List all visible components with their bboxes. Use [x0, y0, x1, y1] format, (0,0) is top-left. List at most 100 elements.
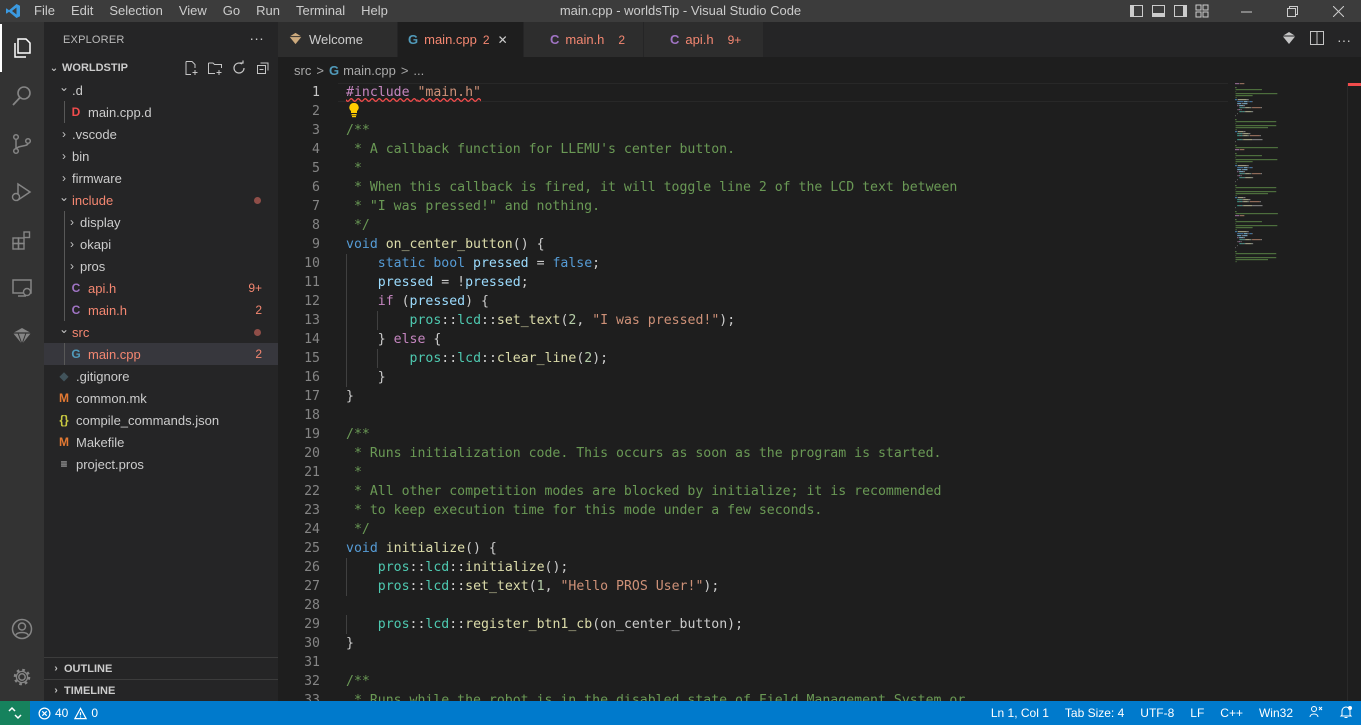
tree-folder[interactable]: › display [44, 211, 278, 233]
customize-layout-icon[interactable] [1191, 0, 1213, 22]
tab-api-h[interactable]: C api.h 9+ [644, 22, 764, 57]
line-number: 18 [304, 408, 320, 423]
tab-welcome[interactable]: Welcome [278, 22, 398, 57]
minimap-token [1247, 201, 1249, 203]
tab-actions: ··· [1281, 22, 1351, 57]
tree-file[interactable]: M Makefile [44, 431, 278, 453]
run-debug-icon[interactable] [0, 168, 44, 216]
menu-edit[interactable]: Edit [63, 0, 101, 22]
pros-icon[interactable] [0, 312, 44, 360]
toggle-secondary-sidebar-icon[interactable] [1169, 0, 1191, 22]
tree-file[interactable]: Capi.h 9+ [44, 277, 278, 299]
line-number: 29 [304, 617, 320, 632]
tree-file[interactable]: Gmain.cpp 2 [44, 343, 278, 365]
menu-selection[interactable]: Selection [101, 0, 170, 22]
menu-file[interactable]: File [26, 0, 63, 22]
toggle-sidebar-icon[interactable] [1125, 0, 1147, 22]
menu-terminal[interactable]: Terminal [288, 0, 353, 22]
search-icon[interactable] [0, 72, 44, 120]
tree-file[interactable]: Dmain.cpp.d [44, 101, 278, 123]
indent-guide [64, 343, 65, 365]
minimize-button[interactable] [1223, 0, 1269, 22]
line-number: 2 [312, 104, 320, 119]
tree-file[interactable]: ◆ .gitignore [44, 365, 278, 387]
platform[interactable]: Win32 [1259, 706, 1293, 720]
minimap-token [1238, 237, 1240, 239]
code-text: if (pressed) { [346, 292, 489, 311]
problems-indicator[interactable]: 40 0 [38, 706, 98, 720]
tree-folder[interactable]: › bin [44, 145, 278, 167]
tree-file[interactable]: Mcommon.mk [44, 387, 278, 409]
language-mode[interactable]: C++ [1220, 706, 1243, 720]
cursor-position[interactable]: Ln 1, Col 1 [991, 706, 1049, 720]
breadcrumb-symbol[interactable]: ... [413, 63, 424, 78]
menu-view[interactable]: View [171, 0, 215, 22]
lightbulb-icon[interactable] [348, 102, 360, 118]
close-tab-icon[interactable]: ✕ [498, 33, 508, 47]
minimap-token [1241, 111, 1243, 113]
refresh-icon[interactable] [230, 59, 248, 77]
accounts-icon[interactable] [0, 605, 44, 653]
timeline-section[interactable]: › TIMELINE [44, 679, 278, 701]
vertical-scrollbar[interactable] [1347, 83, 1361, 701]
breadcrumb-file[interactable]: main.cpp [343, 63, 396, 78]
new-file-icon[interactable] [182, 59, 200, 77]
minimap-token [1235, 181, 1236, 183]
tree-folder[interactable]: › firmware [44, 167, 278, 189]
pros-action-icon[interactable] [1281, 30, 1297, 49]
code-line: 15 pros::lcd::clear_line(2); [278, 349, 1228, 368]
collapse-all-icon[interactable] [254, 59, 272, 77]
tree-folder[interactable]: ⌄ src [44, 321, 278, 343]
menu-run[interactable]: Run [248, 0, 288, 22]
explorer-icon[interactable] [0, 24, 44, 72]
remote-indicator[interactable] [0, 701, 30, 725]
breadcrumb-src[interactable]: src [294, 63, 311, 78]
end-of-line[interactable]: LF [1190, 706, 1204, 720]
tree-folder[interactable]: ⌄ .d [44, 79, 278, 101]
code-editor[interactable]: 1 #include "main.h" 2 3/** 4 * A callback fu… [278, 83, 1361, 701]
minimap[interactable] [1235, 83, 1345, 701]
remote-explorer-icon[interactable] [0, 264, 44, 312]
close-window-button[interactable] [1315, 0, 1361, 22]
notifications-icon[interactable] [1339, 705, 1353, 722]
minimap-token [1239, 177, 1242, 179]
tab-size[interactable]: Tab Size: 4 [1065, 706, 1124, 720]
minimap-token [1252, 239, 1261, 241]
minimap-token [1245, 111, 1251, 113]
restore-button[interactable] [1269, 0, 1315, 22]
minimap-token [1239, 135, 1241, 137]
split-editor-icon[interactable] [1309, 30, 1325, 49]
minimap-token [1239, 205, 1241, 207]
tab-main-cpp[interactable]: G main.cpp 2 ✕ [398, 22, 524, 57]
code-text: } [346, 368, 386, 387]
more-actions-icon[interactable]: ··· [1337, 32, 1351, 48]
tree-file[interactable]: ≡ project.pros [44, 453, 278, 475]
outline-section[interactable]: › OUTLINE [44, 657, 278, 679]
menu-help[interactable]: Help [353, 0, 396, 22]
tab-main-h[interactable]: C main.h 2 [524, 22, 644, 57]
source-control-icon[interactable] [0, 120, 44, 168]
minimap-token [1243, 205, 1253, 207]
tree-folder[interactable]: › .vscode [44, 123, 278, 145]
tree-file[interactable]: Cmain.h 2 [44, 299, 278, 321]
minimap-token [1244, 173, 1246, 175]
minimap-token [1250, 239, 1252, 241]
extensions-icon[interactable] [0, 216, 44, 264]
indent-guide [377, 311, 378, 330]
line-number: 32 [304, 674, 320, 689]
new-folder-icon[interactable] [206, 59, 224, 77]
minimap-token [1241, 109, 1242, 111]
tree-folder[interactable]: ⌄ include [44, 189, 278, 211]
more-actions-icon[interactable]: ··· [249, 30, 264, 46]
tree-folder[interactable]: › okapi [44, 233, 278, 255]
manage-gear-icon[interactable] [0, 653, 44, 701]
encoding[interactable]: UTF-8 [1140, 706, 1174, 720]
feedback-icon[interactable] [1309, 705, 1323, 722]
tree-folder[interactable]: › pros [44, 255, 278, 277]
folder-header[interactable]: ⌄ WORLDSTIP [44, 57, 278, 79]
menu-go[interactable]: Go [215, 0, 248, 22]
toggle-panel-icon[interactable] [1147, 0, 1169, 22]
tree-file[interactable]: {} compile_commands.json [44, 409, 278, 431]
minimap-token [1235, 121, 1277, 123]
